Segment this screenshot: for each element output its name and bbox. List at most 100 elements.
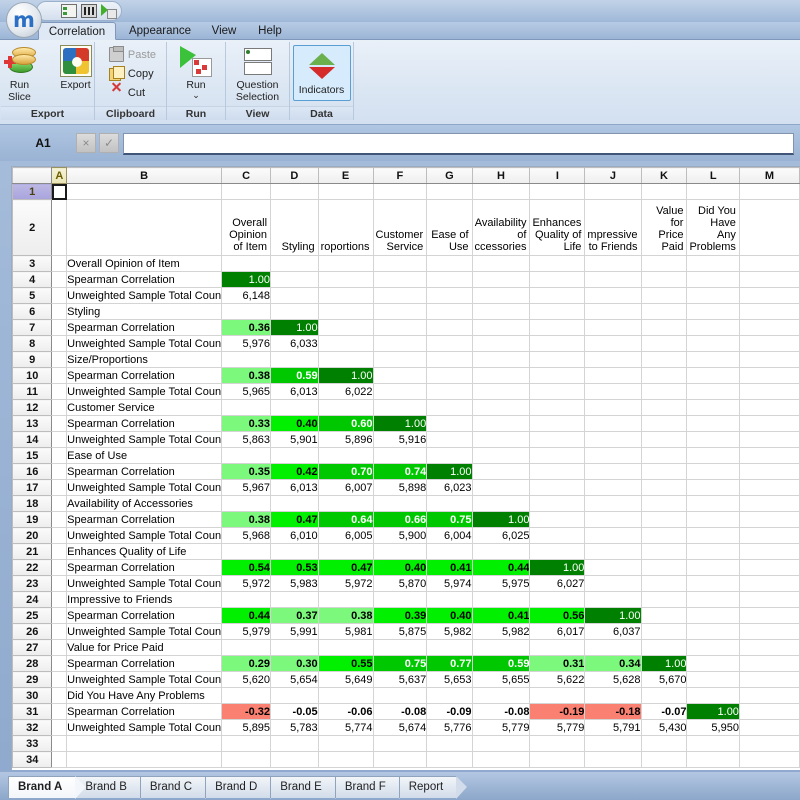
cell-group-0-3[interactable]	[372, 255, 428, 272]
cell-blank-1-7[interactable]	[584, 751, 642, 768]
count-value-3-0[interactable]: 5,863	[221, 431, 272, 448]
cell-blank-1-5[interactable]	[471, 751, 531, 768]
count-value-2-2[interactable]: 6,022	[317, 383, 374, 400]
count-value-9-8[interactable]: 5,430	[640, 719, 688, 736]
sheet-tab-brand-f[interactable]: Brand F	[334, 776, 410, 799]
count-value-2-9[interactable]	[686, 383, 740, 400]
cell-group-m-6[interactable]	[738, 543, 800, 560]
count-value-7-3[interactable]: 5,875	[372, 623, 428, 640]
correlation-value-3-2[interactable]: 0.60	[317, 415, 374, 432]
cell-group-2-7[interactable]	[584, 351, 642, 368]
cell-corr-1-9[interactable]	[686, 319, 740, 336]
count-value-9-5[interactable]: 5,779	[471, 719, 531, 736]
cell-blank-0-1[interactable]	[270, 735, 319, 752]
count-value-7-0[interactable]: 5,979	[221, 623, 272, 640]
cell-corr-1-4[interactable]	[426, 319, 473, 336]
cell-group-8-3[interactable]	[372, 639, 428, 656]
accept-edit-icon[interactable]: ✓	[99, 133, 119, 153]
count-value-4-7[interactable]	[584, 479, 642, 496]
column-header-F[interactable]: F	[372, 167, 428, 184]
count-value-2-3[interactable]	[372, 383, 428, 400]
correlation-value-6-3[interactable]: 0.40	[372, 559, 428, 576]
count-value-5-8[interactable]	[640, 527, 688, 544]
correlation-value-7-4[interactable]: 0.40	[426, 607, 473, 624]
cell-blank-0-9[interactable]	[686, 735, 740, 752]
count-value-0-8[interactable]	[640, 287, 688, 304]
row-header-29[interactable]: 29	[12, 671, 53, 688]
cell-corr-1-8[interactable]	[640, 319, 688, 336]
cell-corr-4-6[interactable]	[529, 463, 586, 480]
row-header-4[interactable]: 4	[12, 271, 53, 288]
row-header-6[interactable]: 6	[12, 303, 53, 320]
cell-cnt-m-9[interactable]	[738, 719, 800, 736]
count-value-2-4[interactable]	[426, 383, 473, 400]
column-header-A[interactable]: A	[51, 167, 68, 184]
cell-r1-c7[interactable]	[584, 183, 642, 200]
count-value-3-6[interactable]	[529, 431, 586, 448]
correlation-value-2-0[interactable]: 0.38	[221, 367, 272, 384]
cell-blank-1-2[interactable]	[317, 751, 374, 768]
question-header-3[interactable]: Customer Service	[372, 199, 428, 256]
cell-group-1-6[interactable]	[529, 303, 586, 320]
correlation-value-6-6[interactable]: 1.00	[529, 559, 586, 576]
count-value-3-8[interactable]	[640, 431, 688, 448]
row-header-5[interactable]: 5	[12, 287, 53, 304]
cell-corr-m-6[interactable]	[738, 559, 800, 576]
cell-group-3-7[interactable]	[584, 399, 642, 416]
cell-group-6-6[interactable]	[529, 543, 586, 560]
cell-r1-c8[interactable]	[640, 183, 688, 200]
question-header-6[interactable]: Enhances Quality of Life	[529, 199, 586, 256]
cell-cnt-a-6[interactable]	[51, 575, 68, 592]
cell-group-m-0[interactable]	[738, 255, 800, 272]
row-header-23[interactable]: 23	[12, 575, 53, 592]
cell-r1-c4[interactable]	[426, 183, 473, 200]
count-label-1[interactable]: Unweighted Sample Total Coun	[66, 335, 223, 352]
cell-group-9-2[interactable]	[317, 687, 374, 704]
count-value-0-1[interactable]	[270, 287, 319, 304]
cell-corr-a-6[interactable]	[51, 559, 68, 576]
row-header-13[interactable]: 13	[12, 415, 53, 432]
select-all-corner[interactable]	[12, 167, 53, 184]
cell-M1[interactable]	[738, 183, 800, 200]
correlation-value-6-1[interactable]: 0.53	[270, 559, 319, 576]
row-header-10[interactable]: 10	[12, 367, 53, 384]
cell-group-0-8[interactable]	[640, 255, 688, 272]
name-box[interactable]: A1	[20, 134, 66, 152]
row-header-26[interactable]: 26	[12, 623, 53, 640]
cell-corr-0-4[interactable]	[426, 271, 473, 288]
row-header-8[interactable]: 8	[12, 335, 53, 352]
cell-cnt-m-0[interactable]	[738, 287, 800, 304]
question-header-7[interactable]: mpressive to Friends	[584, 199, 642, 256]
count-value-6-5[interactable]: 5,975	[471, 575, 531, 592]
cell-corr-m-0[interactable]	[738, 271, 800, 288]
cell-corr-m-8[interactable]	[738, 655, 800, 672]
cell-group-2-9[interactable]	[686, 351, 740, 368]
cell-group-2-3[interactable]	[372, 351, 428, 368]
row-header-32[interactable]: 32	[12, 719, 53, 736]
row-header-34[interactable]: 34	[12, 751, 53, 768]
count-value-5-0[interactable]: 5,968	[221, 527, 272, 544]
correlation-value-9-0[interactable]: -0.32	[221, 703, 272, 720]
correlation-label-3[interactable]: Spearman Correlation	[66, 415, 223, 432]
column-header-I[interactable]: I	[529, 167, 586, 184]
cell-group-0-7[interactable]	[584, 255, 642, 272]
group-label-1[interactable]: Styling	[66, 303, 223, 320]
correlation-value-9-4[interactable]: -0.09	[426, 703, 473, 720]
cell-group-a-5[interactable]	[51, 495, 68, 512]
cell-cnt-a-1[interactable]	[51, 335, 68, 352]
count-label-9[interactable]: Unweighted Sample Total Coun	[66, 719, 223, 736]
cell-corr-a-4[interactable]	[51, 463, 68, 480]
cell-cnt-a-9[interactable]	[51, 719, 68, 736]
cell-blank-0-0[interactable]	[221, 735, 272, 752]
cell-corr-m-7[interactable]	[738, 607, 800, 624]
cell-blank-0-6[interactable]	[529, 735, 586, 752]
count-value-8-1[interactable]: 5,654	[270, 671, 319, 688]
cell-group-9-4[interactable]	[426, 687, 473, 704]
count-value-5-6[interactable]	[529, 527, 586, 544]
correlation-value-5-0[interactable]: 0.38	[221, 511, 272, 528]
cell-group-0-0[interactable]	[221, 255, 272, 272]
cell-corr-m-1[interactable]	[738, 319, 800, 336]
count-value-6-7[interactable]	[584, 575, 642, 592]
correlation-label-9[interactable]: Spearman Correlation	[66, 703, 223, 720]
cell-group-8-9[interactable]	[686, 639, 740, 656]
